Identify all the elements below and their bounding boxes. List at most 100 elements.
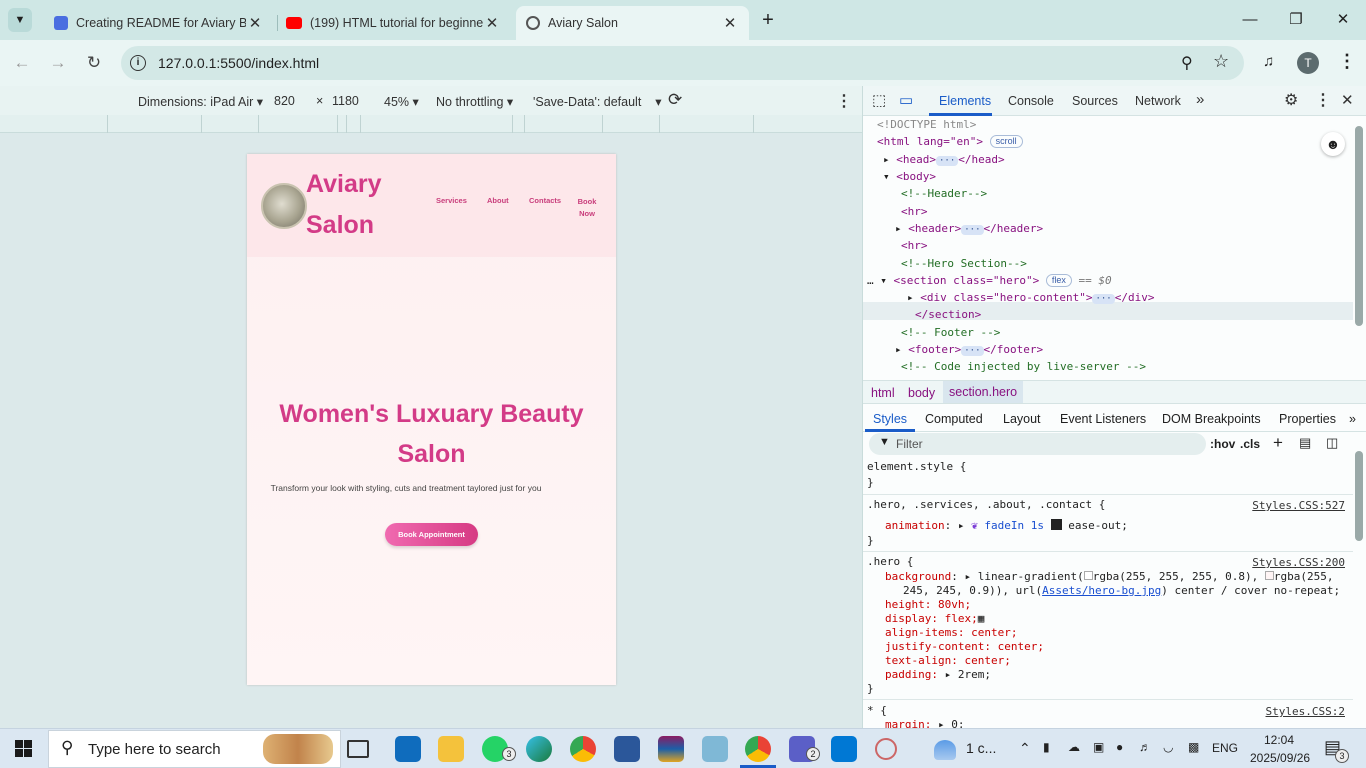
bg-color-2-cont[interactable]: 245, 245, 0.9)), url( [903,584,1042,597]
flex-badge[interactable]: flex [1045,274,1072,287]
dom-section-close[interactable]: </section> [915,307,981,323]
more-tabs-icon[interactable]: » [1196,91,1204,108]
throttle-select[interactable]: No throttling ▾ [436,94,513,109]
screen-icon[interactable]: ▩ [1188,740,1199,754]
vscode-icon[interactable] [831,736,857,762]
rule-selector[interactable]: * { [867,704,887,718]
close-tab-icon[interactable]: ✕ [246,14,264,32]
tab-sources[interactable]: Sources [1072,94,1118,108]
outlook-icon[interactable] [395,736,421,762]
sidebar-toggle-icon[interactable]: ◫ [1326,435,1338,451]
task-view-icon[interactable] [347,740,369,758]
minimize-icon[interactable]: — [1238,8,1262,32]
subtab-event-listeners[interactable]: Event Listeners [1060,412,1146,426]
prop-justify-content[interactable]: justify-content: center; [885,640,1044,654]
edge-icon[interactable] [526,736,552,762]
accessibility-icon[interactable]: ☻ [1321,132,1345,156]
dom-comment-liveserver[interactable]: <!-- Code injected by live-server --> [901,359,1146,375]
back-icon[interactable]: ← [9,50,35,76]
chrome-icon[interactable] [570,736,596,762]
volume-icon[interactable]: ♬ [1139,740,1151,754]
subtab-dom-breakpoints[interactable]: DOM Breakpoints [1162,412,1261,426]
subtab-layout[interactable]: Layout [1003,412,1041,426]
tab-search-button[interactable]: ▼ [8,8,32,32]
dom-html[interactable]: <html lang="en"> [877,135,983,148]
tab-network[interactable]: Network [1135,94,1181,108]
emulation-more-icon[interactable]: ⋮ [836,91,852,111]
prop-animation[interactable]: animation [885,519,945,532]
file-explorer-icon[interactable] [438,736,464,762]
new-rule-icon[interactable]: + [1273,433,1283,453]
window-close-icon[interactable]: ✕ [1331,8,1355,32]
crumb-section-hero[interactable]: section.hero [943,381,1024,403]
paint-icon[interactable]: ▤ [1299,435,1311,451]
tab-youtube[interactable]: (199) HTML tutorial for beginne ✕ [276,6,511,40]
restore-icon[interactable]: ❐ [1284,8,1308,32]
bg-image-link[interactable]: Assets/hero-bg.jpg [1042,584,1161,597]
rule-selector[interactable]: .hero { [867,555,913,569]
profile-avatar[interactable]: T [1297,52,1319,74]
taskbar-search[interactable]: ⚲ Type here to search [48,730,341,768]
tab-console[interactable]: Console [1008,94,1054,108]
bg-color-2[interactable]: rgba(255, [1274,570,1334,583]
nav-contacts[interactable]: Contacts [529,196,561,205]
crumb-html[interactable]: html [871,386,895,400]
nav-services[interactable]: Services [436,196,467,205]
settings-gear-icon[interactable]: ⚙ [1284,90,1298,110]
dom-footer[interactable]: <footer> [908,343,961,356]
word-icon[interactable] [614,736,640,762]
notepad-icon[interactable] [702,736,728,762]
bg-color-1[interactable]: rgba(255, 255, 255, 0.8), [1093,570,1259,583]
tab-aviary-salon[interactable]: Aviary Salon ✕ [516,6,749,40]
prop-padding[interactable]: padding: [885,668,945,681]
language-indicator[interactable]: ENG [1212,741,1238,755]
height-input[interactable]: 1180 [332,94,359,108]
devtools-menu-icon[interactable]: ⋮ [1315,90,1331,110]
hov-toggle[interactable]: :hov [1210,437,1235,451]
book-appointment-button[interactable]: Book Appointment [385,523,478,546]
camera-icon[interactable]: ▣ [1093,740,1104,754]
dom-hr[interactable]: <hr> [901,238,928,254]
prop-text-align[interactable]: text-align: center; [885,654,1011,668]
color-swatch[interactable] [1264,571,1274,580]
padding-value[interactable]: 2rem; [958,668,991,681]
close-tab-icon[interactable]: ✕ [483,14,501,32]
dom-comment-header[interactable]: <!--Header--> [901,186,987,202]
dom-section-hero[interactable]: <section class="hero"> [894,274,1040,287]
subtab-properties[interactable]: Properties [1279,412,1336,426]
dom-doctype[interactable]: <!DOCTYPE html> [877,118,976,131]
media-query-ruler[interactable] [0,115,862,133]
color-swatch[interactable] [1083,571,1093,580]
rule-source-link[interactable]: Styles.CSS:2 [1266,705,1345,718]
scroll-badge[interactable]: scroll [989,135,1023,148]
prop-display[interactable]: display: flex; [885,612,978,625]
forward-icon[interactable]: → [45,50,71,76]
nav-about[interactable]: About [487,196,509,205]
element-style-rule[interactable]: element.style { [867,460,966,474]
dom-hero-content[interactable]: <div class="hero-content"> [920,291,1092,304]
inspect-element-icon[interactable]: ⬚ [872,91,886,109]
rule-source-link[interactable]: Styles.CSS:527 [1252,499,1345,512]
dom-scrollbar[interactable] [1355,126,1363,326]
zoom-icon[interactable]: ⚲ [1181,53,1193,73]
clock-time[interactable]: 12:04 [1264,733,1294,747]
salon-logo[interactable] [261,183,307,229]
weather-text[interactable]: 1 c... [966,740,996,756]
zoom-select[interactable]: 45% ▾ [384,94,419,109]
cls-toggle[interactable]: .cls [1240,437,1260,451]
prop-align-items[interactable]: align-items: center; [885,626,1017,640]
close-tab-icon[interactable]: ✕ [721,14,739,32]
menu-kebab-icon[interactable]: ⋮ [1338,51,1356,72]
dom-tree[interactable]: <!DOCTYPE html> <html lang="en"> scroll … [863,117,1353,377]
bg-tail[interactable]: ) center / cover no-repeat; [1161,584,1340,597]
width-input[interactable]: 820 [274,94,295,108]
dom-head[interactable]: <head> [896,153,936,166]
subtab-computed[interactable]: Computed [925,412,983,426]
brand-name[interactable]: Aviary Salon [306,164,406,246]
url-text[interactable]: 127.0.0.1:5500/index.html [158,55,319,71]
battery-icon[interactable]: ▮ [1043,740,1050,754]
new-tab-button[interactable]: + [756,8,780,32]
chrome-active-icon[interactable] [745,736,771,762]
bg-gradient[interactable]: linear-gradient( [978,570,1084,583]
clock-date[interactable]: 2025/09/26 [1250,751,1310,765]
